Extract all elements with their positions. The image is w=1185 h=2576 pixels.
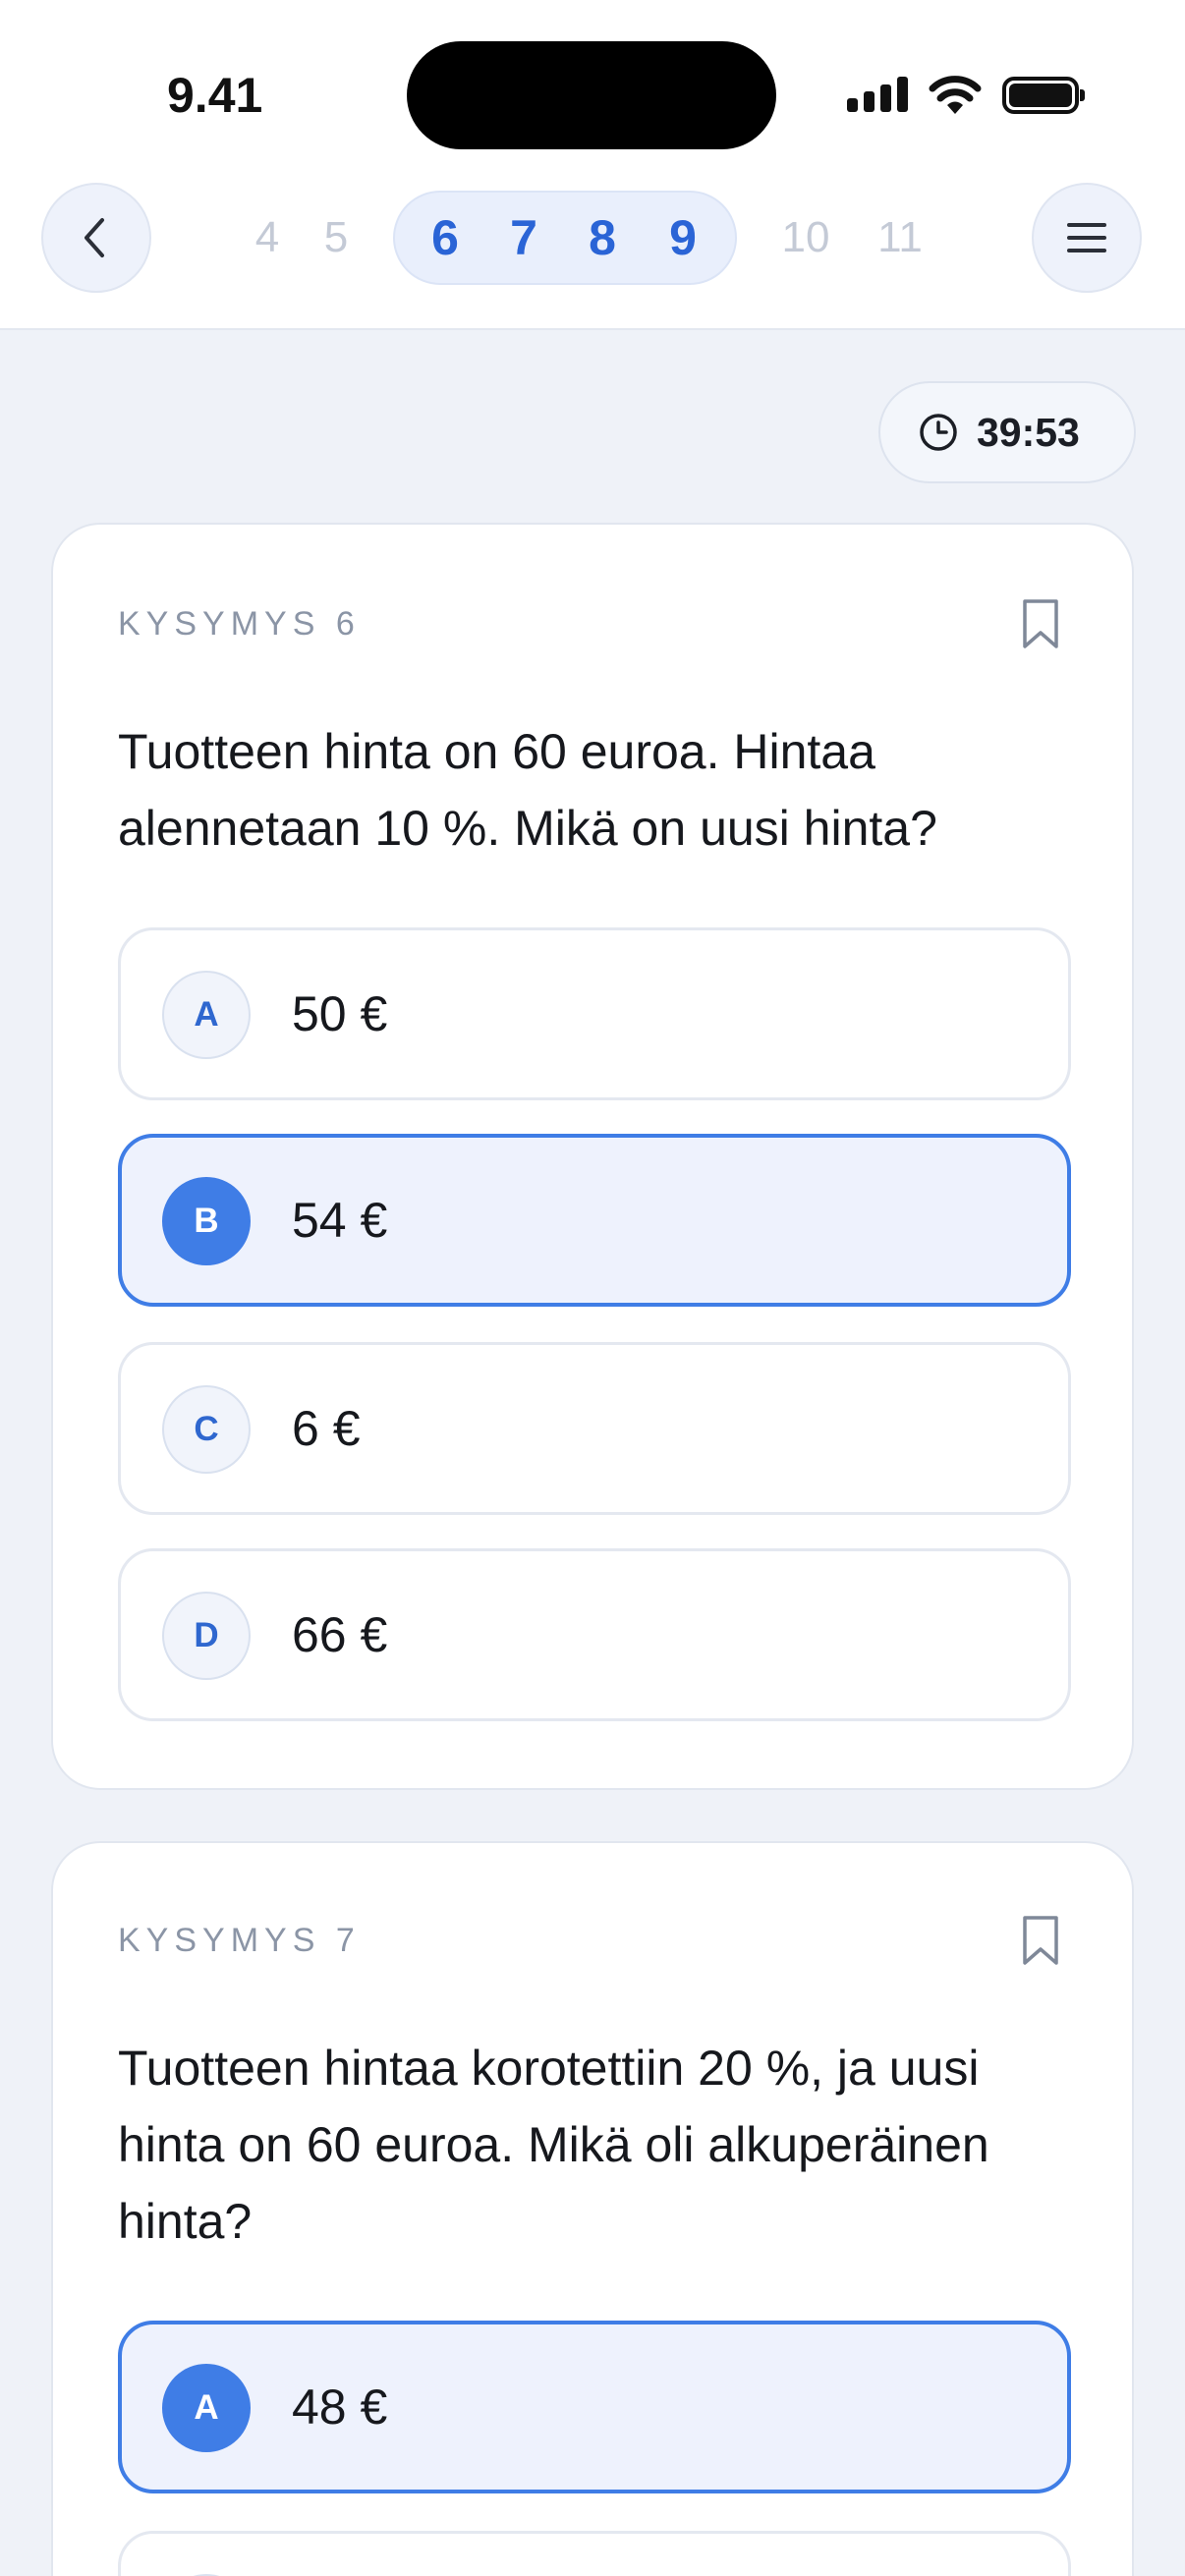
dynamic-island <box>407 41 776 149</box>
page-number[interactable]: 10 <box>776 183 835 293</box>
question-text: Tuotteen hintaa korotettiin 20 %, ja uus… <box>118 2041 989 2249</box>
answer-option-d[interactable]: D 66 € <box>118 1548 1071 1721</box>
cellular-signal-icon <box>847 77 908 112</box>
top-bar: 9.41 4 5 6 7 8 9 10 11 <box>0 0 1185 330</box>
menu-button[interactable] <box>1032 183 1142 293</box>
question-pager: 4 5 6 7 8 9 10 11 <box>0 183 1185 293</box>
question-text: Tuotteen hinta on 60 euroa. Hintaa alenn… <box>118 724 937 856</box>
question-card: KYSYMYS 7 Tuotteen hintaa korotettiin 20… <box>51 1841 1134 2576</box>
question-label: KYSYMYS 7 <box>118 1922 361 1959</box>
page-number-current[interactable]: 9 <box>658 183 707 293</box>
hamburger-menu-icon <box>1067 223 1106 252</box>
option-letter: C <box>162 1385 251 1474</box>
answer-option-b[interactable] <box>118 2531 1071 2576</box>
page-number-current[interactable]: 6 <box>421 183 470 293</box>
answer-option-a[interactable]: A 48 € <box>118 2321 1071 2493</box>
status-bar-time: 9.41 <box>167 68 263 123</box>
battery-icon <box>1002 77 1085 114</box>
option-letter: D <box>162 1592 251 1680</box>
countdown-timer: 39:53 <box>878 381 1136 483</box>
question-card: KYSYMYS 6 Tuotteen hinta on 60 euroa. Hi… <box>51 523 1134 1790</box>
page-number[interactable]: 4 <box>248 183 287 293</box>
option-text: 66 € <box>292 1607 388 1662</box>
wifi-icon <box>929 76 982 114</box>
option-text: 6 € <box>292 1401 361 1456</box>
status-icons <box>847 73 1093 120</box>
page-number-current[interactable]: 8 <box>578 183 627 293</box>
option-text: 54 € <box>292 1193 388 1248</box>
bookmark-icon[interactable] <box>1020 597 1061 650</box>
clock-icon <box>920 414 957 451</box>
option-text: 50 € <box>292 986 388 1041</box>
option-letter: B <box>162 1177 251 1265</box>
answer-option-c[interactable]: C 6 € <box>118 1342 1071 1515</box>
page-number[interactable]: 5 <box>316 183 356 293</box>
page-number[interactable]: 11 <box>871 183 930 293</box>
bookmark-icon[interactable] <box>1020 1914 1061 1967</box>
timer-text: 39:53 <box>977 409 1080 455</box>
answer-option-b[interactable]: B 54 € <box>118 1134 1071 1307</box>
question-label: KYSYMYS 6 <box>118 605 361 643</box>
option-text: 48 € <box>292 2380 388 2435</box>
answer-option-a[interactable]: A 50 € <box>118 927 1071 1100</box>
page-number-current[interactable]: 7 <box>499 183 548 293</box>
option-letter: A <box>162 971 251 1059</box>
option-letter: A <box>162 2364 251 2452</box>
